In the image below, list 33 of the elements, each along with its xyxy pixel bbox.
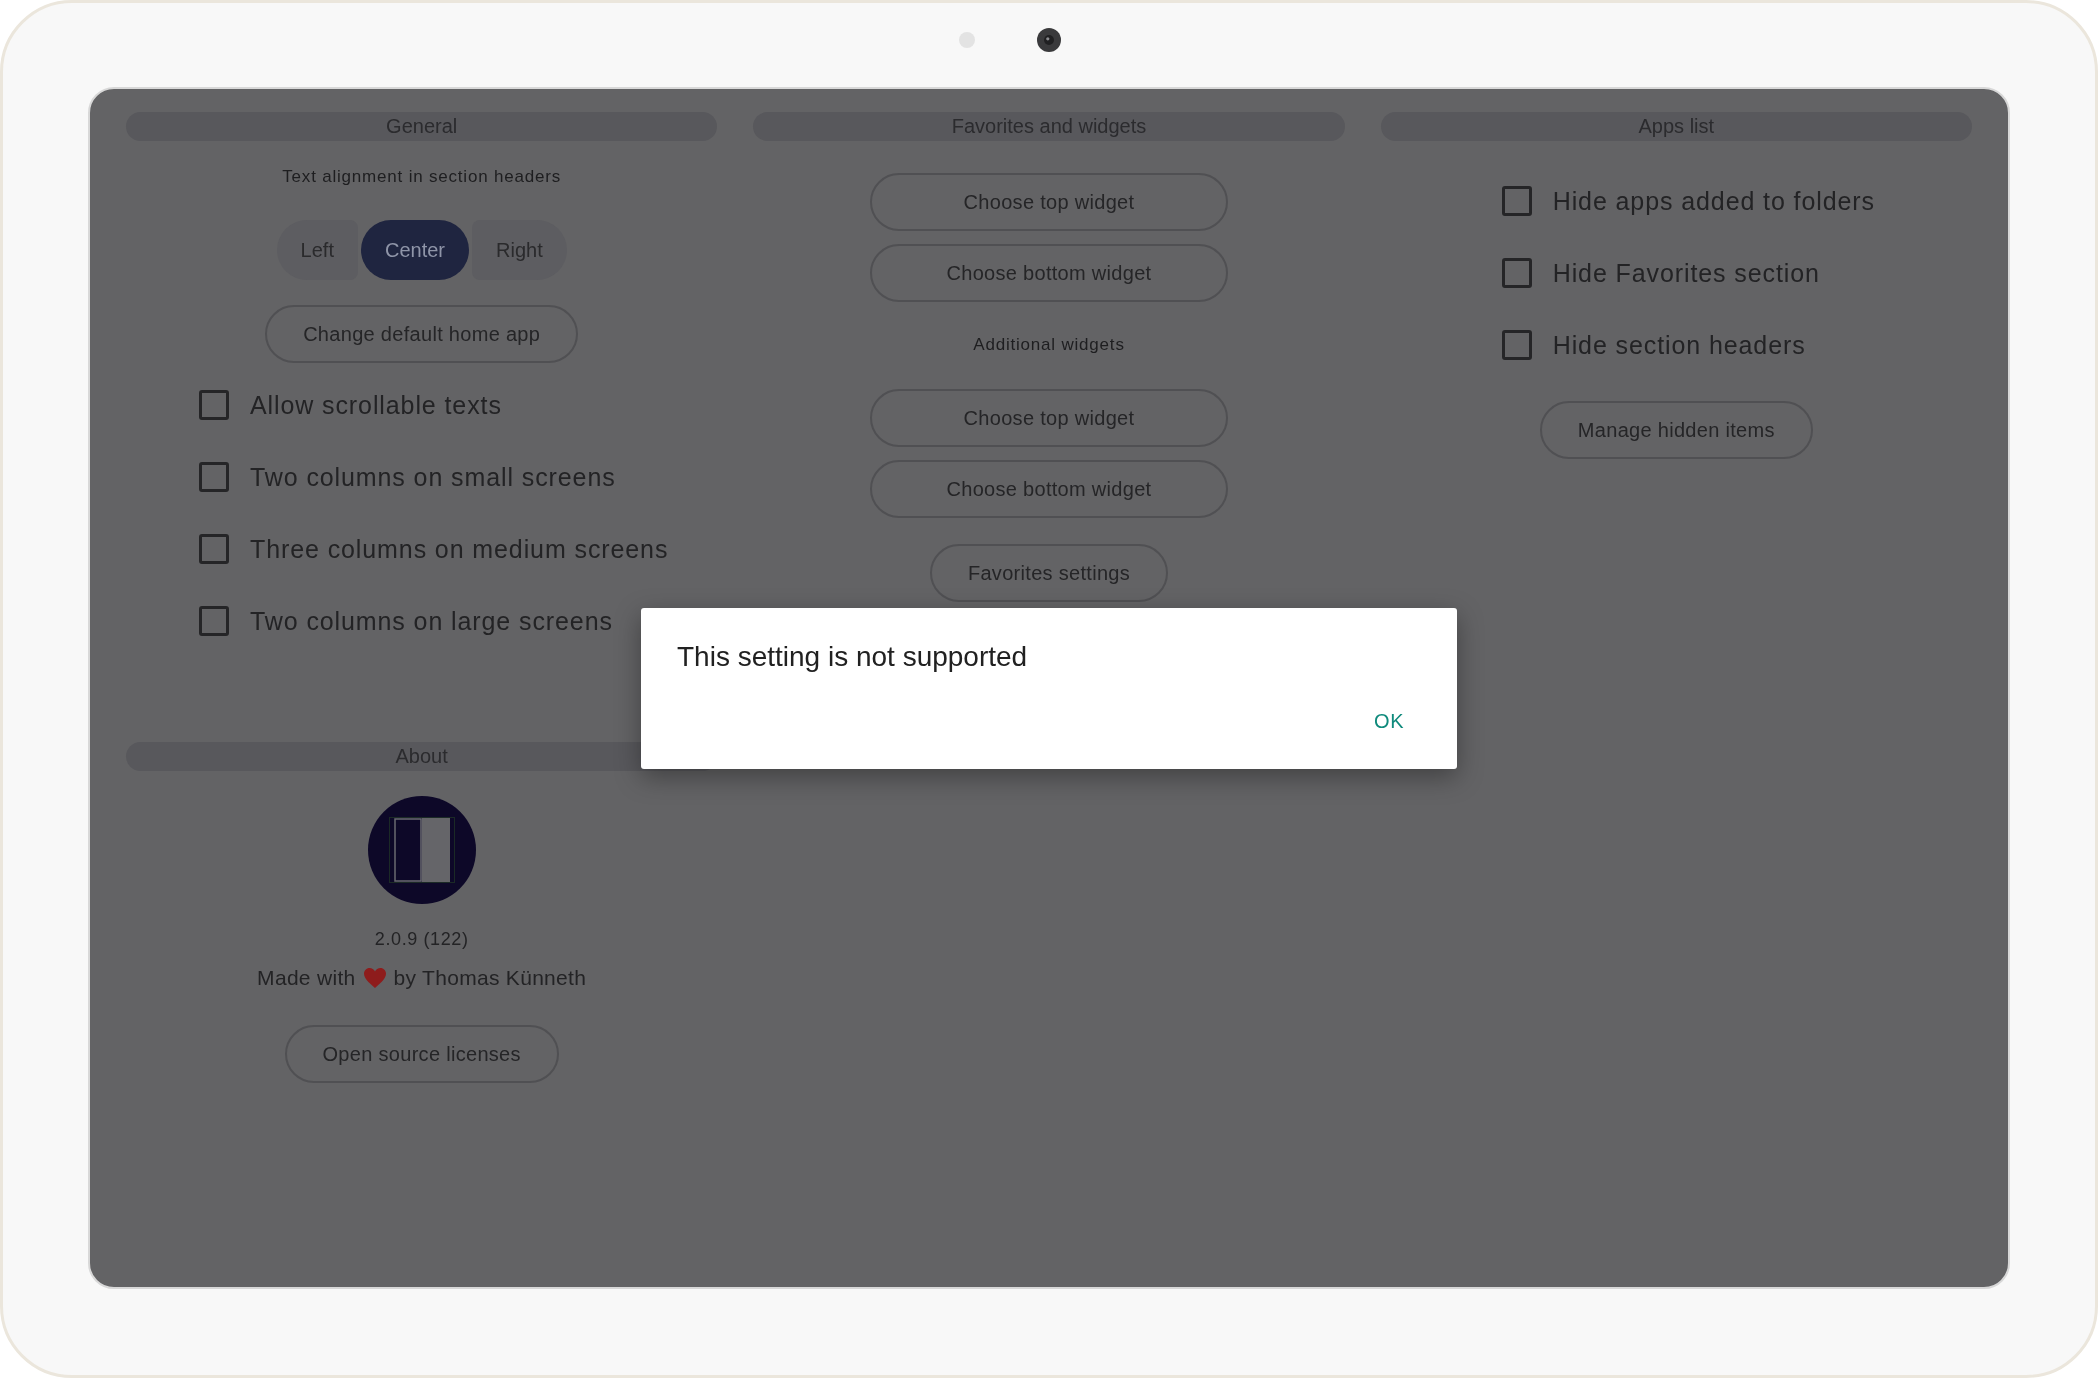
checkbox[interactable] — [199, 534, 229, 564]
widget-button[interactable]: Choose bottom widget — [870, 460, 1228, 518]
credit-text: by Thomas Künneth — [393, 965, 587, 991]
change-home-app-button[interactable]: Change default home app — [265, 305, 579, 363]
checkbox[interactable] — [1501, 330, 1532, 360]
alignment-label: Text alignment in section headers — [282, 167, 561, 187]
licenses-button[interactable]: Open source licenses — [284, 1025, 559, 1083]
manage-hidden-button[interactable]: Manage hidden items — [1539, 401, 1813, 459]
checkbox-label[interactable]: Allow scrollable texts — [250, 390, 502, 420]
checkbox-label[interactable]: Two columns on large screens — [250, 606, 613, 636]
checkbox[interactable] — [199, 462, 229, 492]
checkbox[interactable] — [1501, 258, 1532, 288]
dialog-message: This setting is not supported — [677, 639, 1028, 674]
favorites-settings-button[interactable]: Favorites settings — [929, 544, 1169, 602]
heart-icon — [362, 967, 387, 989]
checkbox[interactable] — [199, 390, 229, 420]
checkbox-label[interactable]: Hide apps added to folders — [1552, 186, 1875, 216]
camera-lens-icon — [1037, 28, 1061, 52]
credit-text: Made with — [257, 965, 356, 991]
additional-widgets-label: Additional widgets — [973, 335, 1125, 355]
checkbox-label[interactable]: Hide Favorites section — [1552, 258, 1820, 288]
version-text: 2.0.9 (122) — [374, 928, 469, 950]
segment-button[interactable]: Center — [360, 220, 469, 280]
checkbox[interactable] — [199, 606, 229, 636]
checkbox-label[interactable]: Hide section headers — [1552, 330, 1806, 360]
widget-button[interactable]: Choose top widget — [870, 389, 1228, 447]
checkbox[interactable] — [1501, 186, 1532, 216]
widget-button[interactable]: Choose bottom widget — [870, 244, 1228, 302]
checkbox-label[interactable]: Three columns on medium screens — [250, 534, 669, 564]
widget-button[interactable]: Choose top widget — [870, 173, 1228, 231]
split-panel-logo-icon — [367, 796, 476, 904]
checkbox-label[interactable]: Two columns on small screens — [250, 462, 616, 492]
ok-button[interactable]: OK — [1362, 701, 1416, 741]
